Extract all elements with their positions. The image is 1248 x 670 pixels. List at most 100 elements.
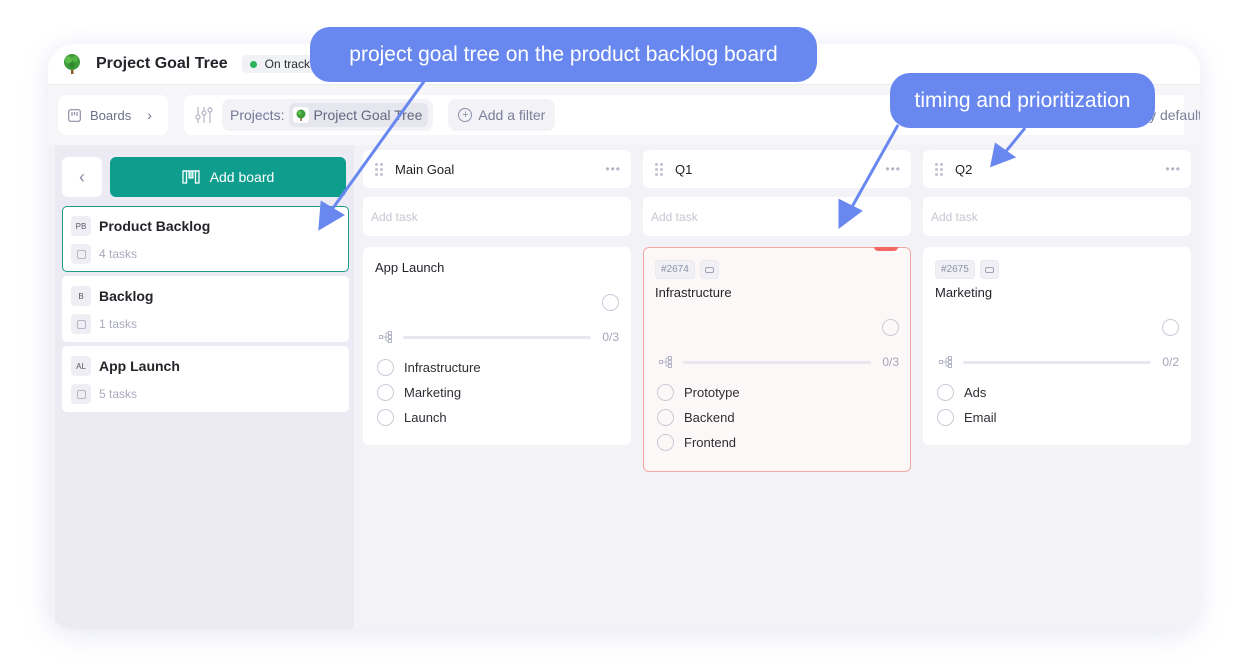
- subtask-item[interactable]: Infrastructure: [375, 355, 619, 380]
- task-card[interactable]: #2675 Marketing 0/2 Ads Email: [923, 247, 1191, 445]
- subtasks-tree-icon: [939, 356, 952, 368]
- drag-handle-icon[interactable]: [375, 162, 383, 176]
- add-task-input[interactable]: Add task: [923, 197, 1191, 236]
- subtask-progress-bar: [963, 360, 1151, 364]
- project-title: Project Goal Tree: [96, 55, 228, 72]
- drag-handle-icon[interactable]: [935, 162, 943, 176]
- board-item-backlog[interactable]: B Backlog 1 tasks: [62, 276, 349, 342]
- status-badge[interactable]: On track: [241, 55, 318, 73]
- board-name: Backlog: [99, 288, 154, 304]
- task-card[interactable]: #2674 Infrastructure 0/3 Prototype Backe…: [643, 247, 911, 472]
- board-item-product-backlog[interactable]: PB Product Backlog 4 tasks: [62, 206, 349, 272]
- status-dot-icon: [249, 60, 257, 68]
- subtask-checkbox[interactable]: [657, 434, 674, 451]
- chevron-right-icon: ›: [147, 107, 152, 123]
- board-icon: [68, 108, 81, 122]
- boards-button[interactable]: Boards ›: [58, 95, 168, 135]
- subtasks-tree-icon: [379, 331, 392, 343]
- subtask-label: Ads: [964, 385, 987, 400]
- subtask-progress-bar: [683, 360, 871, 364]
- more-options-icon[interactable]: •••: [885, 162, 901, 176]
- subtasks-tree-icon: [659, 356, 672, 368]
- subtask-checkbox[interactable]: [377, 359, 394, 376]
- projects-filter-chip[interactable]: Projects: Project Goal Tree: [222, 99, 434, 131]
- annotation-callout: project goal tree on the product backlog…: [310, 27, 817, 82]
- subtask-progress-bar: [403, 335, 591, 339]
- column-header[interactable]: Main Goal •••: [363, 150, 631, 188]
- subtask-item[interactable]: Launch: [375, 405, 619, 430]
- subtask-label: Marketing: [404, 385, 462, 400]
- column-header[interactable]: Q2 •••: [923, 150, 1191, 188]
- subtask-checkbox[interactable]: [657, 409, 674, 426]
- task-title: Marketing: [935, 285, 993, 300]
- tasks-icon: [71, 314, 91, 334]
- task-type-icon[interactable]: [979, 260, 999, 279]
- subtask-item[interactable]: Prototype: [655, 380, 899, 405]
- task-title: App Launch: [375, 260, 445, 275]
- subtask-checkbox[interactable]: [657, 384, 674, 401]
- subtask-checkbox[interactable]: [937, 384, 954, 401]
- filter-sliders-icon[interactable]: [194, 105, 214, 125]
- subtask-checkbox[interactable]: [377, 384, 394, 401]
- projects-filter-label: Projects:: [230, 107, 285, 123]
- subtask-label: Launch: [404, 410, 447, 425]
- collapse-sidebar-button[interactable]: ‹: [62, 157, 102, 197]
- add-board-button[interactable]: Add board: [110, 157, 346, 197]
- subtask-list: Infrastructure Marketing Launch: [375, 355, 619, 444]
- subtask-label: Frontend: [684, 435, 737, 450]
- subtask-label: Email: [964, 410, 997, 425]
- subtask-list: Ads Email: [935, 380, 1179, 444]
- project-filter-value[interactable]: Project Goal Tree: [289, 103, 429, 127]
- plus-circle-icon: +: [458, 108, 473, 122]
- column-main-goal: Main Goal ••• Add task App Launch 0/3 In…: [363, 150, 631, 445]
- board-task-count: 1 tasks: [99, 317, 138, 331]
- subtask-label: Prototype: [684, 385, 740, 400]
- subtask-item[interactable]: Marketing: [375, 380, 619, 405]
- task-type-icon[interactable]: [699, 260, 719, 279]
- board-task-count: 5 tasks: [99, 387, 138, 401]
- subtask-checkbox[interactable]: [377, 409, 394, 426]
- subtask-item[interactable]: Email: [935, 405, 1179, 430]
- subtask-label: Infrastructure: [404, 360, 481, 375]
- complete-checkbox[interactable]: [602, 294, 619, 311]
- board-item-app-launch[interactable]: AL App Launch 5 tasks: [62, 346, 349, 412]
- subtask-checkbox[interactable]: [937, 409, 954, 426]
- subtask-progress-label: 0/2: [1162, 355, 1179, 369]
- add-filter-button[interactable]: + Add a filter: [448, 99, 556, 131]
- chevron-left-icon: ‹: [79, 166, 85, 187]
- column-q1: Q1 ••• Add task #2674 Infrastructure 0/3: [643, 150, 911, 472]
- board-abbr: PB: [71, 216, 91, 236]
- subtask-progress-label: 0/3: [882, 355, 899, 369]
- column-title: Main Goal: [395, 161, 455, 177]
- column-header[interactable]: Q1 •••: [643, 150, 911, 188]
- add-board-label: Add board: [209, 169, 275, 185]
- board-name: Product Backlog: [99, 218, 211, 234]
- boards-sidebar: ‹ Add board PB Product Backlog 4 tasks B…: [55, 145, 354, 629]
- complete-checkbox[interactable]: [882, 319, 899, 336]
- subtask-item[interactable]: Backend: [655, 405, 899, 430]
- more-options-icon[interactable]: •••: [605, 162, 621, 176]
- tasks-icon: [71, 384, 91, 404]
- board-name: App Launch: [99, 358, 180, 374]
- subtask-list: Prototype Backend Frontend: [655, 380, 899, 471]
- tree-icon: [293, 107, 310, 123]
- add-task-input[interactable]: Add task: [643, 197, 911, 236]
- board-abbr: AL: [71, 356, 91, 376]
- tree-icon: [60, 52, 84, 76]
- subtask-item[interactable]: Frontend: [655, 430, 899, 455]
- task-card[interactable]: App Launch 0/3 Infrastructure Marketing …: [363, 247, 631, 445]
- drag-handle-icon[interactable]: [655, 162, 663, 176]
- column-title: Q2: [955, 161, 973, 177]
- more-options-icon[interactable]: •••: [1165, 162, 1181, 176]
- subtask-label: Backend: [684, 410, 735, 425]
- add-filter-label: Add a filter: [478, 107, 546, 123]
- boards-label: Boards: [90, 107, 132, 123]
- subtask-progress-label: 0/3: [602, 330, 619, 344]
- complete-checkbox[interactable]: [1162, 319, 1179, 336]
- app-window: Project Goal Tree On track Boards › Proj…: [48, 44, 1200, 629]
- priority-flag: [874, 247, 898, 251]
- task-id-badge[interactable]: #2674: [655, 260, 695, 279]
- add-task-input[interactable]: Add task: [363, 197, 631, 236]
- subtask-item[interactable]: Ads: [935, 380, 1179, 405]
- task-id-badge[interactable]: #2675: [935, 260, 975, 279]
